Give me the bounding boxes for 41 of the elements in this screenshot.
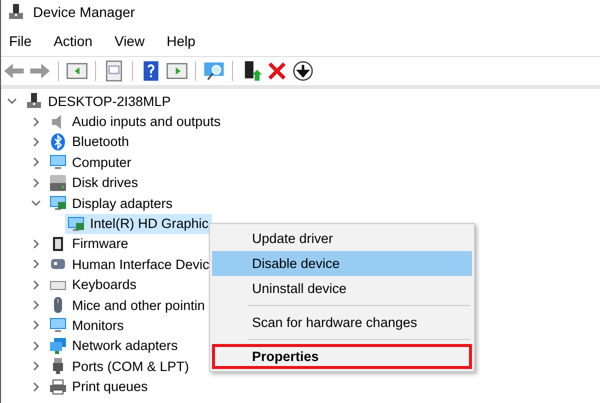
app-icon	[7, 3, 25, 21]
display-adapter-icon	[67, 214, 85, 233]
display-adapter-icon	[49, 194, 67, 212]
tree-item[interactable]: Print queues	[47, 376, 151, 397]
monitor-icon	[49, 153, 67, 172]
tree-item[interactable]: Audio inputs and outputs	[47, 112, 224, 132]
context-menu-item[interactable]: Properties	[212, 344, 472, 369]
printer-icon	[49, 378, 67, 396]
context-menu-item[interactable]: Uninstall device	[212, 276, 472, 301]
panel-icon[interactable]	[166, 60, 188, 82]
download-icon[interactable]	[292, 60, 314, 82]
tree-item[interactable]: Network adapters	[47, 336, 181, 356]
menu-item[interactable]: Help	[166, 33, 196, 49]
menu-item[interactable]: Action	[54, 33, 92, 49]
context-menu-item[interactable]: Disable device	[212, 251, 472, 276]
monitor-search-icon[interactable]	[203, 60, 225, 82]
menu-item[interactable]: File	[9, 33, 32, 49]
computer-icon	[25, 92, 43, 110]
tree-item[interactable]: Intel(R) HD Graphic	[65, 214, 212, 234]
context-menu-item[interactable]: Scan for hardware changes	[212, 310, 472, 335]
menu-item[interactable]: View	[114, 33, 145, 49]
close-icon[interactable]	[266, 60, 288, 82]
tree-item[interactable]: Display adapters	[47, 193, 176, 214]
panel-icon[interactable]	[66, 60, 88, 82]
tree-item[interactable]: Disk drives	[47, 172, 142, 193]
tree-item[interactable]: Keyboards	[47, 274, 140, 295]
tree-item[interactable]: Firmware	[47, 234, 132, 254]
tree-item[interactable]: DESKTOP-2I38MLP	[23, 91, 174, 112]
tree-item[interactable]: Ports (COM & LPT)	[47, 356, 192, 376]
tree-item[interactable]: Human Interface Devic	[47, 254, 212, 274]
bluetooth-icon	[49, 132, 67, 151]
properties-icon[interactable]	[103, 60, 125, 82]
window-title: Device Manager	[33, 4, 135, 20]
tree-item[interactable]: Bluetooth	[47, 132, 132, 152]
disk-drive-icon	[49, 174, 67, 192]
monitor-icon	[49, 316, 67, 334]
context-menu-item[interactable]: Update driver	[212, 226, 472, 251]
network-icon	[49, 336, 67, 355]
tree-item[interactable]: Mice and other pointin	[47, 295, 208, 316]
tree-item[interactable]: Monitors	[47, 315, 127, 336]
tree-item[interactable]: Computer	[47, 152, 134, 172]
